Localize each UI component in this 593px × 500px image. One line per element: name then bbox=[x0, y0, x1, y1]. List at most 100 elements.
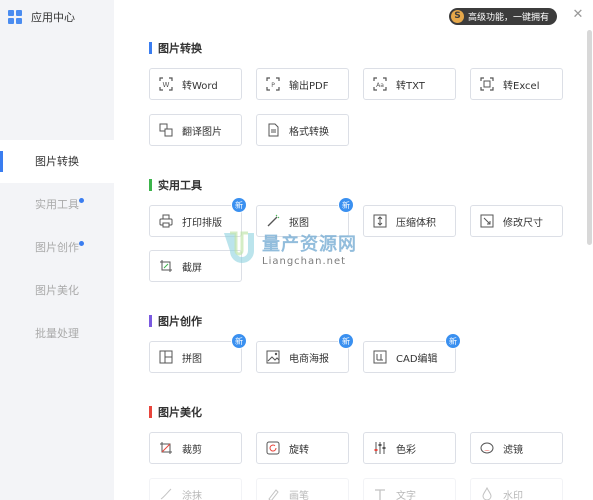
watermark-sub-text: Liangchan.net bbox=[262, 255, 347, 267]
tool-label: CAD编辑 bbox=[396, 353, 438, 365]
tool-convert-txt[interactable]: Aa 转TXT bbox=[363, 68, 456, 100]
compress-icon bbox=[372, 213, 388, 229]
sidebar-item-batch-process[interactable]: 批量处理 bbox=[0, 312, 114, 355]
new-badge: 新 bbox=[445, 333, 461, 349]
app-title-text: 应用中心 bbox=[31, 11, 75, 24]
section-accent-bar bbox=[149, 179, 152, 191]
tool-translate-image[interactable]: 翻译图片 bbox=[149, 114, 242, 146]
new-badge: 新 bbox=[231, 197, 247, 213]
section-title-text: 图片转换 bbox=[158, 42, 202, 55]
tool-label: 旋转 bbox=[289, 444, 309, 456]
wand-icon bbox=[265, 213, 281, 229]
tool-label: 画笔 bbox=[289, 490, 309, 500]
svg-text:P: P bbox=[271, 82, 275, 89]
section-accent-bar bbox=[149, 42, 152, 54]
sidebar: 应用中心 图片转换 实用工具 图片创作 图片美化 批量处理 bbox=[0, 0, 114, 500]
tool-label: 色彩 bbox=[396, 444, 416, 456]
new-dot-icon bbox=[79, 198, 84, 203]
tool-filter[interactable]: 滤镜 bbox=[470, 432, 563, 464]
tool-format-convert[interactable]: 格式转换 bbox=[256, 114, 349, 146]
smudge-icon bbox=[158, 486, 174, 500]
sidebar-item-label: 图片转换 bbox=[35, 155, 79, 168]
txt-icon: Aa bbox=[372, 76, 388, 92]
tool-resize[interactable]: 修改尺寸 bbox=[470, 205, 563, 237]
sidebar-item-label: 图片创作 bbox=[35, 241, 79, 254]
tool-rotate[interactable]: 旋转 bbox=[256, 432, 349, 464]
screenshot-icon bbox=[158, 258, 174, 274]
tool-print-layout[interactable]: 打印排版 新 bbox=[149, 197, 247, 237]
tool-label: 转Word bbox=[182, 80, 218, 92]
sidebar-item-label: 实用工具 bbox=[35, 198, 79, 211]
section-title-beautify: 图片美化 bbox=[149, 404, 202, 420]
tool-brush[interactable]: 画笔 bbox=[256, 478, 349, 500]
section-accent-bar bbox=[149, 406, 152, 418]
tool-ecommerce-poster[interactable]: 电商海报 新 bbox=[256, 333, 354, 373]
new-badge: 新 bbox=[231, 333, 247, 349]
premium-promo-button[interactable]: S 高级功能，一键拥有 bbox=[449, 8, 558, 25]
document-icon bbox=[265, 122, 281, 138]
section-title-text: 图片美化 bbox=[158, 406, 202, 419]
sidebar-item-image-create[interactable]: 图片创作 bbox=[0, 226, 114, 269]
tool-compress-size[interactable]: 压缩体积 bbox=[363, 205, 456, 237]
tool-convert-excel[interactable]: 转Excel bbox=[470, 68, 563, 100]
tool-label: 拼图 bbox=[182, 353, 202, 365]
tool-label: 翻译图片 bbox=[182, 126, 222, 138]
section-title-text: 实用工具 bbox=[158, 179, 202, 192]
sliders-icon bbox=[372, 440, 388, 456]
word-icon: W bbox=[158, 76, 174, 92]
tool-label: 滤镜 bbox=[503, 444, 523, 456]
tool-screenshot[interactable]: 截屏 bbox=[149, 250, 242, 282]
tool-label: 转TXT bbox=[396, 80, 425, 92]
tool-label: 转Excel bbox=[503, 80, 540, 92]
new-badge: 新 bbox=[338, 333, 354, 349]
watermark-icon bbox=[479, 486, 495, 500]
filter-icon bbox=[479, 440, 495, 456]
tool-label: 涂抹 bbox=[182, 490, 202, 500]
tool-cutout[interactable]: 抠图 新 bbox=[256, 197, 354, 237]
section-title-create: 图片创作 bbox=[149, 313, 202, 329]
tool-label: 水印 bbox=[503, 490, 523, 500]
tool-color[interactable]: 色彩 bbox=[363, 432, 456, 464]
text-icon bbox=[372, 486, 388, 500]
crop-icon bbox=[158, 440, 174, 456]
promo-text: 高级功能，一键拥有 bbox=[468, 13, 550, 23]
vertical-scrollbar[interactable] bbox=[587, 30, 592, 245]
poster-icon bbox=[265, 349, 281, 365]
new-dot-icon bbox=[79, 241, 84, 246]
tool-label: 截屏 bbox=[182, 262, 202, 274]
rotate-icon bbox=[265, 440, 281, 456]
tool-label: 输出PDF bbox=[289, 80, 329, 92]
tool-convert-word[interactable]: W 转Word bbox=[149, 68, 242, 100]
excel-icon bbox=[479, 76, 495, 92]
brush-icon bbox=[265, 486, 281, 500]
sidebar-item-image-beautify[interactable]: 图片美化 bbox=[0, 269, 114, 312]
coin-icon: S bbox=[451, 10, 464, 23]
svg-text:W: W bbox=[163, 81, 170, 89]
new-badge: 新 bbox=[338, 197, 354, 213]
cad-icon bbox=[372, 349, 388, 365]
sidebar-item-image-convert[interactable]: 图片转换 bbox=[0, 140, 114, 183]
section-title-convert: 图片转换 bbox=[149, 40, 202, 56]
translate-icon bbox=[158, 122, 174, 138]
app-grid-icon bbox=[8, 9, 23, 25]
close-icon[interactable]: ✕ bbox=[571, 8, 585, 22]
main-panel: S 高级功能，一键拥有 ✕ 图片转换 W 转Word P 输出PDF Aa 转T… bbox=[114, 0, 593, 500]
sidebar-item-label: 批量处理 bbox=[35, 327, 79, 340]
sidebar-nav: 图片转换 实用工具 图片创作 图片美化 批量处理 bbox=[0, 140, 114, 355]
tool-crop[interactable]: 裁剪 bbox=[149, 432, 242, 464]
tool-export-pdf[interactable]: P 输出PDF bbox=[256, 68, 349, 100]
tool-text[interactable]: 文字 bbox=[363, 478, 456, 500]
tool-collage[interactable]: 拼图 新 bbox=[149, 333, 247, 373]
tool-smudge[interactable]: 涂抹 bbox=[149, 478, 242, 500]
tool-watermark[interactable]: 水印 bbox=[470, 478, 563, 500]
section-accent-bar bbox=[149, 315, 152, 327]
tool-label: 修改尺寸 bbox=[503, 217, 543, 229]
collage-icon bbox=[158, 349, 174, 365]
printer-icon bbox=[158, 213, 174, 229]
svg-text:Aa: Aa bbox=[376, 82, 384, 89]
tool-label: 文字 bbox=[396, 490, 416, 500]
sidebar-item-utility-tools[interactable]: 实用工具 bbox=[0, 183, 114, 226]
section-title-text: 图片创作 bbox=[158, 315, 202, 328]
tool-cad-edit[interactable]: CAD编辑 新 bbox=[363, 333, 461, 373]
tool-label: 压缩体积 bbox=[396, 217, 436, 229]
